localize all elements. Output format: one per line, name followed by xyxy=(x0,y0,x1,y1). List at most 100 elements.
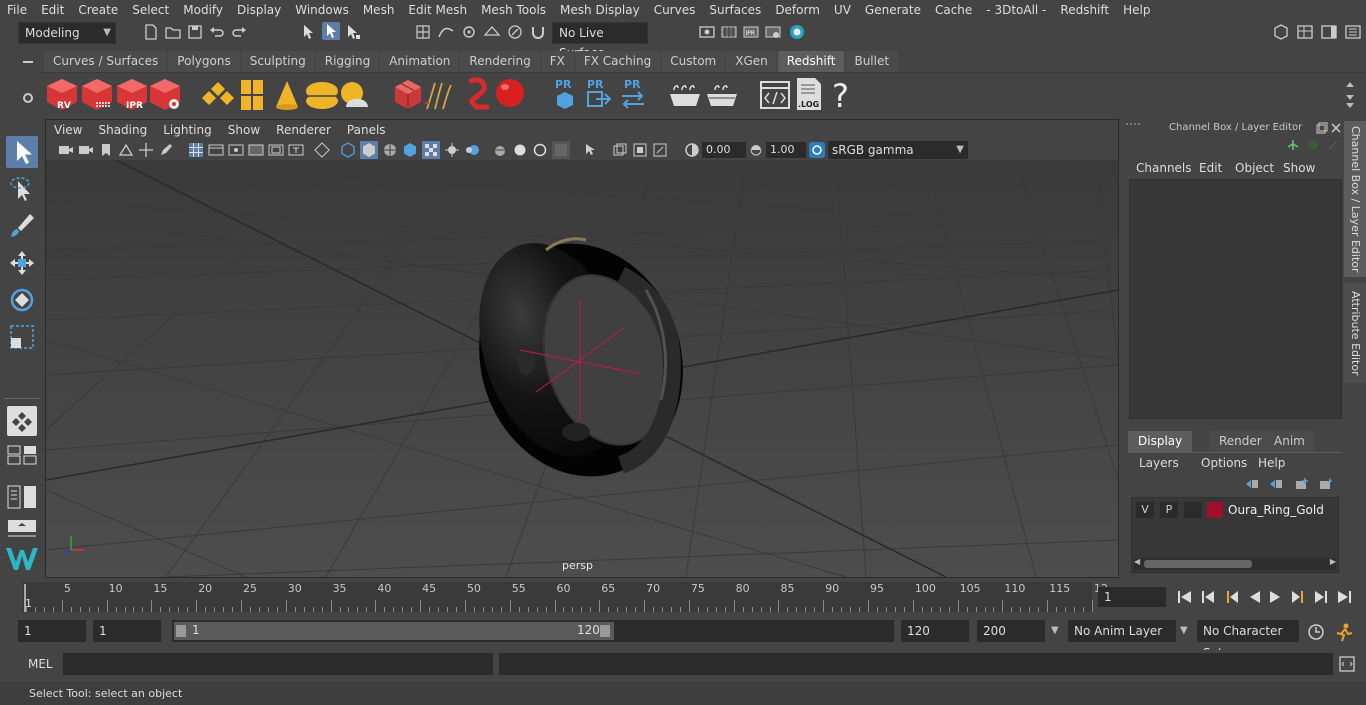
tab-redshift[interactable]: Redshift xyxy=(777,51,845,72)
redshift-hair-icon[interactable] xyxy=(423,81,457,111)
redshift-pr-swap-icon[interactable]: PR xyxy=(620,77,646,111)
tab-custom[interactable]: Custom xyxy=(661,51,726,72)
shelf-scroll-arrows-icon[interactable] xyxy=(1344,79,1356,111)
toggle-panels-icon[interactable] xyxy=(1296,23,1314,41)
menu-generate[interactable]: Generate xyxy=(858,0,928,20)
select-tool-button[interactable] xyxy=(6,136,38,168)
layout-outliner-icon[interactable] xyxy=(6,484,38,510)
redshift-light-grid-icon[interactable] xyxy=(202,80,234,110)
command-input[interactable] xyxy=(63,653,493,675)
menu-edit-mesh[interactable]: Edit Mesh xyxy=(401,0,474,20)
script-editor-icon[interactable] xyxy=(1338,655,1356,673)
color-management-icon[interactable] xyxy=(808,141,826,159)
channels-menu[interactable]: Channels xyxy=(1136,161,1192,175)
color-space-dropdown[interactable]: sRGB gamma ▼ xyxy=(828,141,968,159)
new-empty-layer-icon[interactable] xyxy=(1294,477,1310,491)
scale-tool-button[interactable] xyxy=(6,321,38,353)
ipr-render-icon[interactable]: IPR xyxy=(742,23,760,41)
move-tool-button[interactable] xyxy=(6,247,38,279)
snap-curve-icon[interactable] xyxy=(437,23,455,41)
use-all-lights-icon[interactable] xyxy=(422,141,440,159)
redshift-render-settings-icon[interactable] xyxy=(148,77,182,113)
rotate-tool-button[interactable] xyxy=(6,284,38,316)
menu-mesh[interactable]: Mesh xyxy=(356,0,402,20)
layers-menu[interactable]: Layers xyxy=(1139,456,1179,470)
exposure-field[interactable]: 0.00 xyxy=(702,142,746,158)
menu-surfaces[interactable]: Surfaces xyxy=(702,0,768,20)
animation-end-field[interactable]: 200 xyxy=(977,620,1045,642)
exposure-icon[interactable] xyxy=(684,142,700,158)
scrollbar-thumb[interactable] xyxy=(1144,560,1252,568)
screen-space-ao-icon[interactable] xyxy=(464,142,480,158)
layer-reference-toggle[interactable] xyxy=(1184,502,1202,518)
grease-pencil-icon[interactable] xyxy=(158,142,174,158)
workspace-dropdown[interactable]: Modeling ▼ xyxy=(18,22,116,44)
viewport-menu-renderer[interactable]: Renderer xyxy=(268,120,339,140)
menu-modify[interactable]: Modify xyxy=(176,0,230,20)
save-scene-icon[interactable] xyxy=(186,23,204,41)
menu-deform[interactable]: Deform xyxy=(768,0,827,20)
layout-single-button[interactable] xyxy=(7,406,37,436)
render-frame-icon[interactable] xyxy=(720,23,738,41)
help-menu[interactable]: Help xyxy=(1258,456,1285,470)
gamma-field[interactable]: 1.00 xyxy=(766,142,806,158)
current-time-marker[interactable] xyxy=(24,584,26,612)
motion-blur-icon[interactable] xyxy=(492,142,508,158)
redo-icon[interactable] xyxy=(230,23,248,41)
xray-icon[interactable] xyxy=(552,141,570,159)
menu-windows[interactable]: Windows xyxy=(288,0,356,20)
tab-fx[interactable]: FX xyxy=(540,51,574,72)
go-to-end-icon[interactable] xyxy=(1338,591,1351,603)
viewport-menu-shading[interactable]: Shading xyxy=(90,120,155,140)
speed-icon[interactable] xyxy=(1306,138,1320,152)
tab-polygons[interactable]: Polygons xyxy=(168,51,240,72)
redshift-area-light-icon[interactable] xyxy=(240,79,264,111)
redshift-script-icon[interactable] xyxy=(760,79,790,111)
layer-visibility-toggle[interactable]: V xyxy=(1136,502,1154,518)
workspace-layout-icon[interactable] xyxy=(1272,23,1290,41)
bookmark-icon[interactable] xyxy=(98,142,114,158)
anim-layer-dropdown[interactable]: No Anim Layer xyxy=(1068,620,1176,642)
viewport-menu-show[interactable]: Show xyxy=(220,120,268,140)
show-menu[interactable]: Show xyxy=(1283,161,1315,175)
scroll-right-icon[interactable]: ▶ xyxy=(1330,557,1336,566)
select-hierarchy-icon[interactable] xyxy=(300,23,318,41)
paint-select-tool-button[interactable] xyxy=(6,210,38,242)
menu-display[interactable]: Display xyxy=(230,0,288,20)
anti-aliasing-icon[interactable] xyxy=(512,142,528,158)
step-forward-key-icon[interactable] xyxy=(1315,591,1327,603)
redshift-pr-export-icon[interactable]: PR xyxy=(554,77,576,111)
depth-of-field-icon[interactable] xyxy=(532,142,548,158)
menu-uv[interactable]: UV xyxy=(827,0,858,20)
redshift-dome-light-icon[interactable] xyxy=(304,79,340,111)
close-icon[interactable] xyxy=(1330,122,1342,134)
snap-view-plane-icon[interactable] xyxy=(483,23,501,41)
range-slider-end-handle[interactable] xyxy=(600,625,610,637)
tab-rigging[interactable]: Rigging xyxy=(315,51,380,72)
tab-fx-caching[interactable]: FX Caching xyxy=(574,51,661,72)
tab-anim[interactable]: Anim xyxy=(1264,431,1315,452)
redshift-sun-sky-icon[interactable] xyxy=(338,79,374,111)
layer-row[interactable]: V P Oura_Ring_Gold xyxy=(1136,502,1336,520)
make-live-icon[interactable] xyxy=(506,23,524,41)
menu-mesh-display[interactable]: Mesh Display xyxy=(553,0,647,20)
object-menu[interactable]: Object xyxy=(1235,161,1274,175)
shelf-settings-icon[interactable] xyxy=(21,91,35,105)
menu-cache[interactable]: Cache xyxy=(928,0,979,20)
textured-icon[interactable] xyxy=(402,142,418,158)
menu-curves[interactable]: Curves xyxy=(647,0,703,20)
gate-mask-icon[interactable] xyxy=(248,142,264,158)
layer-playback-toggle[interactable]: P xyxy=(1160,502,1178,518)
range-slider[interactable]: 1 120 xyxy=(172,620,894,642)
resolution-gate-icon[interactable] xyxy=(228,142,244,158)
smooth-shade-icon[interactable] xyxy=(360,141,378,159)
edit-menu[interactable]: Edit xyxy=(1199,161,1222,175)
new-scene-icon[interactable] xyxy=(142,23,160,41)
wireframe-icon[interactable] xyxy=(340,142,356,158)
redshift-ipr-icon[interactable]: IPR xyxy=(115,77,149,113)
redshift-log-icon[interactable]: .LOG xyxy=(794,77,824,111)
viewport-menu-lighting[interactable]: Lighting xyxy=(155,120,220,140)
redshift-pr-import-icon[interactable]: PR xyxy=(586,77,612,111)
side-tab-channel-box[interactable]: Channel Box / Layer Editor xyxy=(1344,121,1366,277)
layout-four-view-icon[interactable] xyxy=(6,444,38,466)
